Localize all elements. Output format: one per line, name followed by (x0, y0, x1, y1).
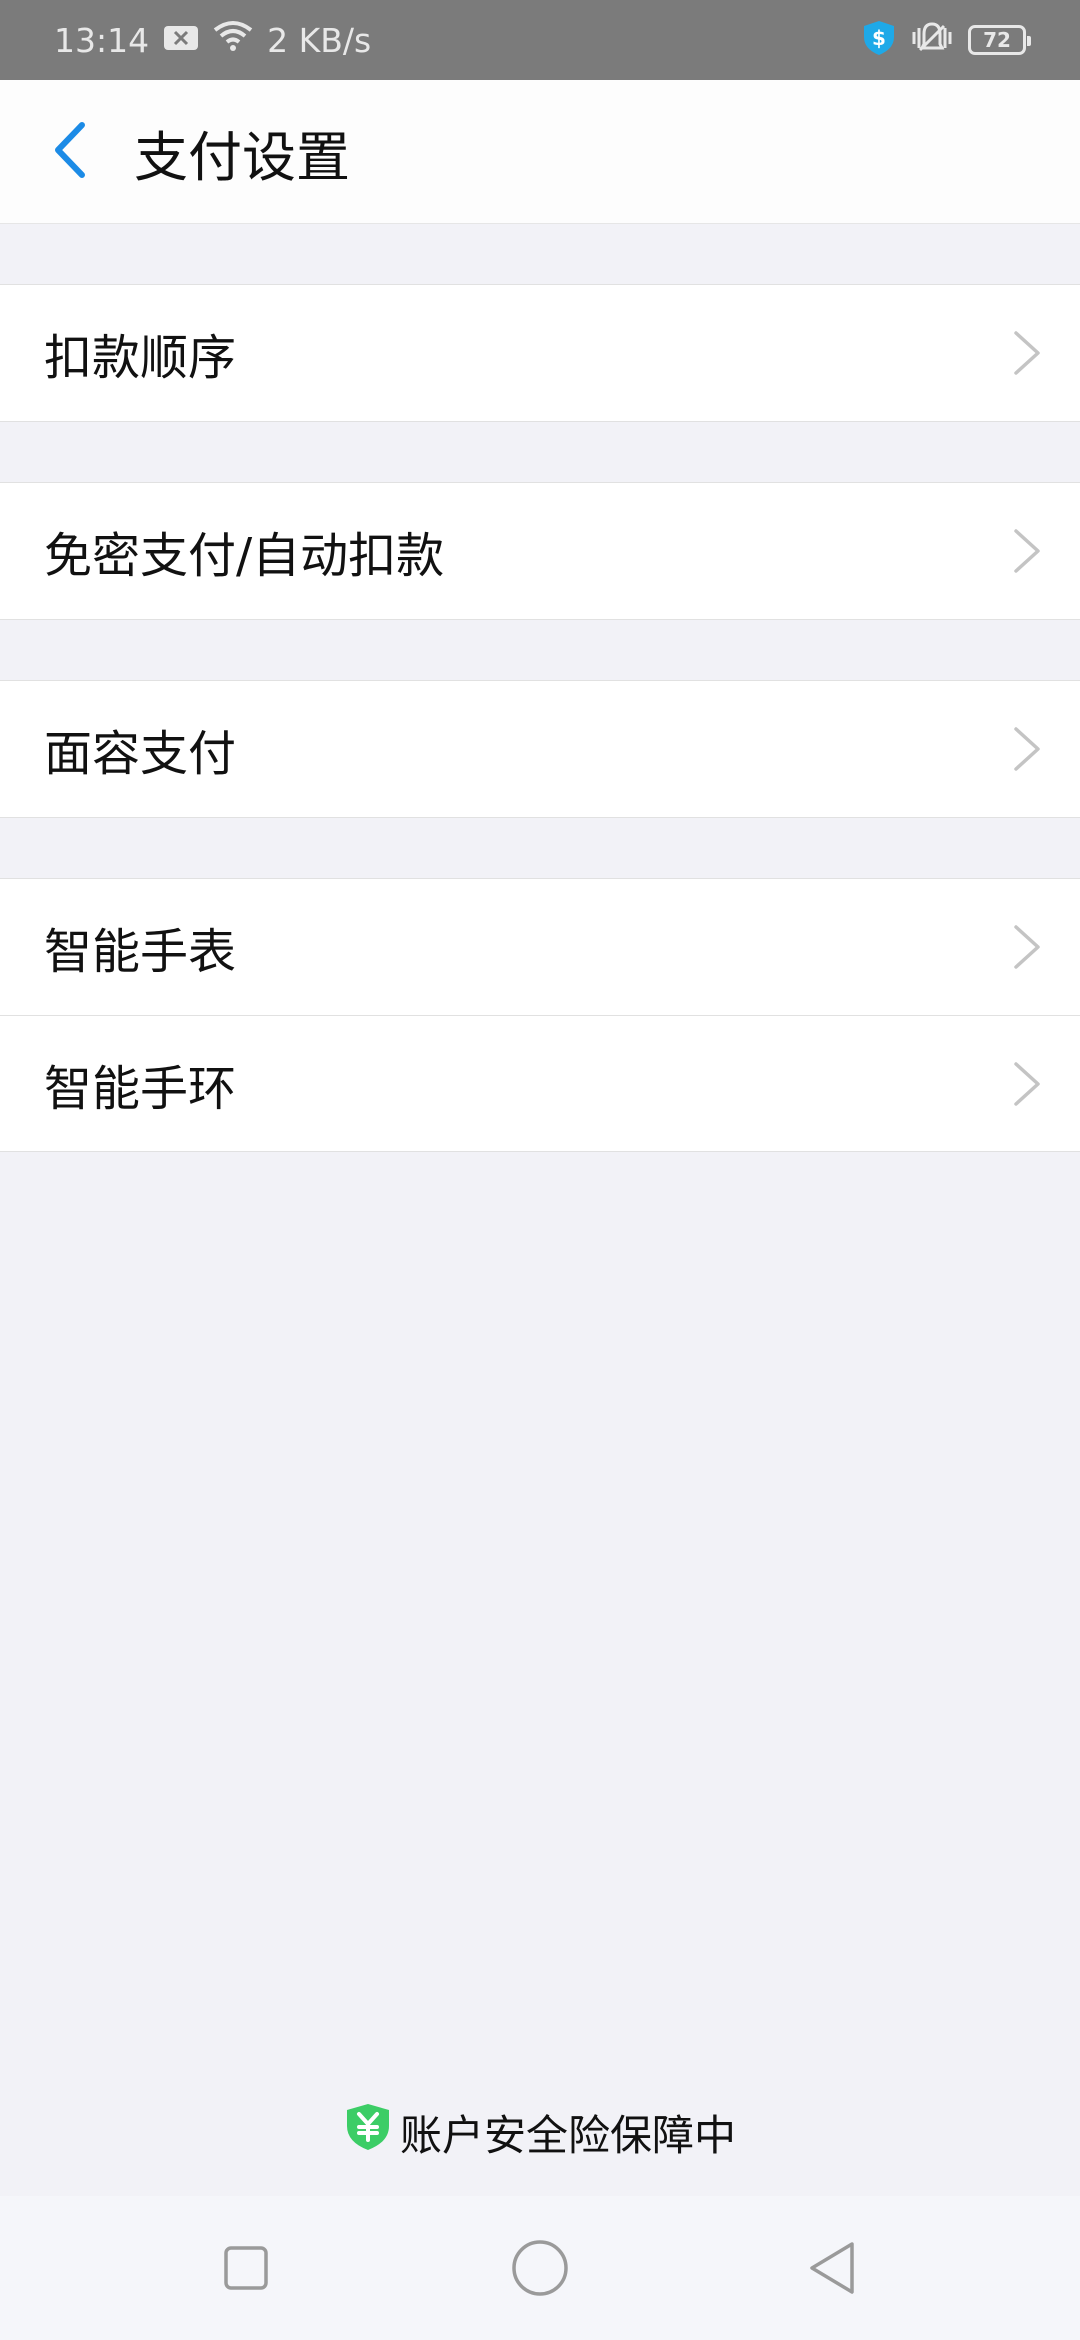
settings-group-passwordless: 免密支付/自动扣款 (0, 482, 1080, 620)
page-title: 支付设置 (134, 125, 350, 189)
shield-dollar-icon: $ (862, 20, 896, 60)
account-security-text: 账户安全险保障中 (399, 2110, 736, 2160)
back-button[interactable] (30, 112, 110, 192)
header: 支付设置 (0, 80, 1080, 224)
net-speed: 2 KB/s (267, 20, 372, 60)
triangle-back-icon (810, 2242, 854, 2294)
list-item-deduction-order[interactable]: 扣款顺序 (0, 285, 1080, 421)
battery-level: 72 (983, 28, 1011, 52)
list-item-label: 免密支付/自动扣款 (44, 528, 445, 584)
status-bar: 13:14 2 KB/s $ 72 (0, 0, 1080, 80)
list-item-passwordless-pay[interactable]: 免密支付/自动扣款 (0, 483, 1080, 619)
yuan-shield-icon (344, 2102, 392, 2162)
square-icon (224, 2246, 268, 2290)
status-right: $ 72 (862, 0, 1031, 80)
circle-icon (512, 2240, 568, 2296)
home-button[interactable] (500, 2228, 580, 2308)
list-item-label: 智能手表 (44, 924, 237, 980)
chevron-right-icon (1014, 529, 1040, 573)
status-time: 13:14 (54, 20, 150, 60)
settings-group-deduction: 扣款顺序 (0, 284, 1080, 422)
status-left: 13:14 2 KB/s (54, 0, 371, 80)
list-item-face-pay[interactable]: 面容支付 (0, 681, 1080, 817)
list-item-label: 面容支付 (44, 726, 237, 782)
notification-off-icon (163, 21, 199, 60)
settings-group-face: 面容支付 (0, 680, 1080, 818)
chevron-right-icon (1014, 331, 1040, 375)
chevron-right-icon (1014, 727, 1040, 771)
vibrate-icon (910, 20, 954, 60)
list-item-label: 扣款顺序 (44, 330, 237, 386)
battery-icon: 72 (968, 25, 1031, 55)
chevron-right-icon (1014, 1062, 1040, 1106)
settings-group-wearables: 智能手表 智能手环 (0, 878, 1080, 1152)
account-security-note: 账户安全险保障中 (0, 2102, 1080, 2162)
nav-back-button[interactable] (792, 2228, 872, 2308)
list-item-smart-watch[interactable]: 智能手表 (0, 879, 1080, 1015)
chevron-left-icon (50, 121, 90, 183)
wifi-icon (213, 20, 253, 60)
svg-text:$: $ (872, 26, 886, 50)
chevron-right-icon (1014, 925, 1040, 969)
system-nav-bar (0, 2196, 1080, 2340)
list-item-label: 智能手环 (44, 1060, 237, 1117)
list-item-smart-band[interactable]: 智能手环 (0, 1015, 1080, 1151)
recent-apps-button[interactable] (206, 2228, 286, 2308)
